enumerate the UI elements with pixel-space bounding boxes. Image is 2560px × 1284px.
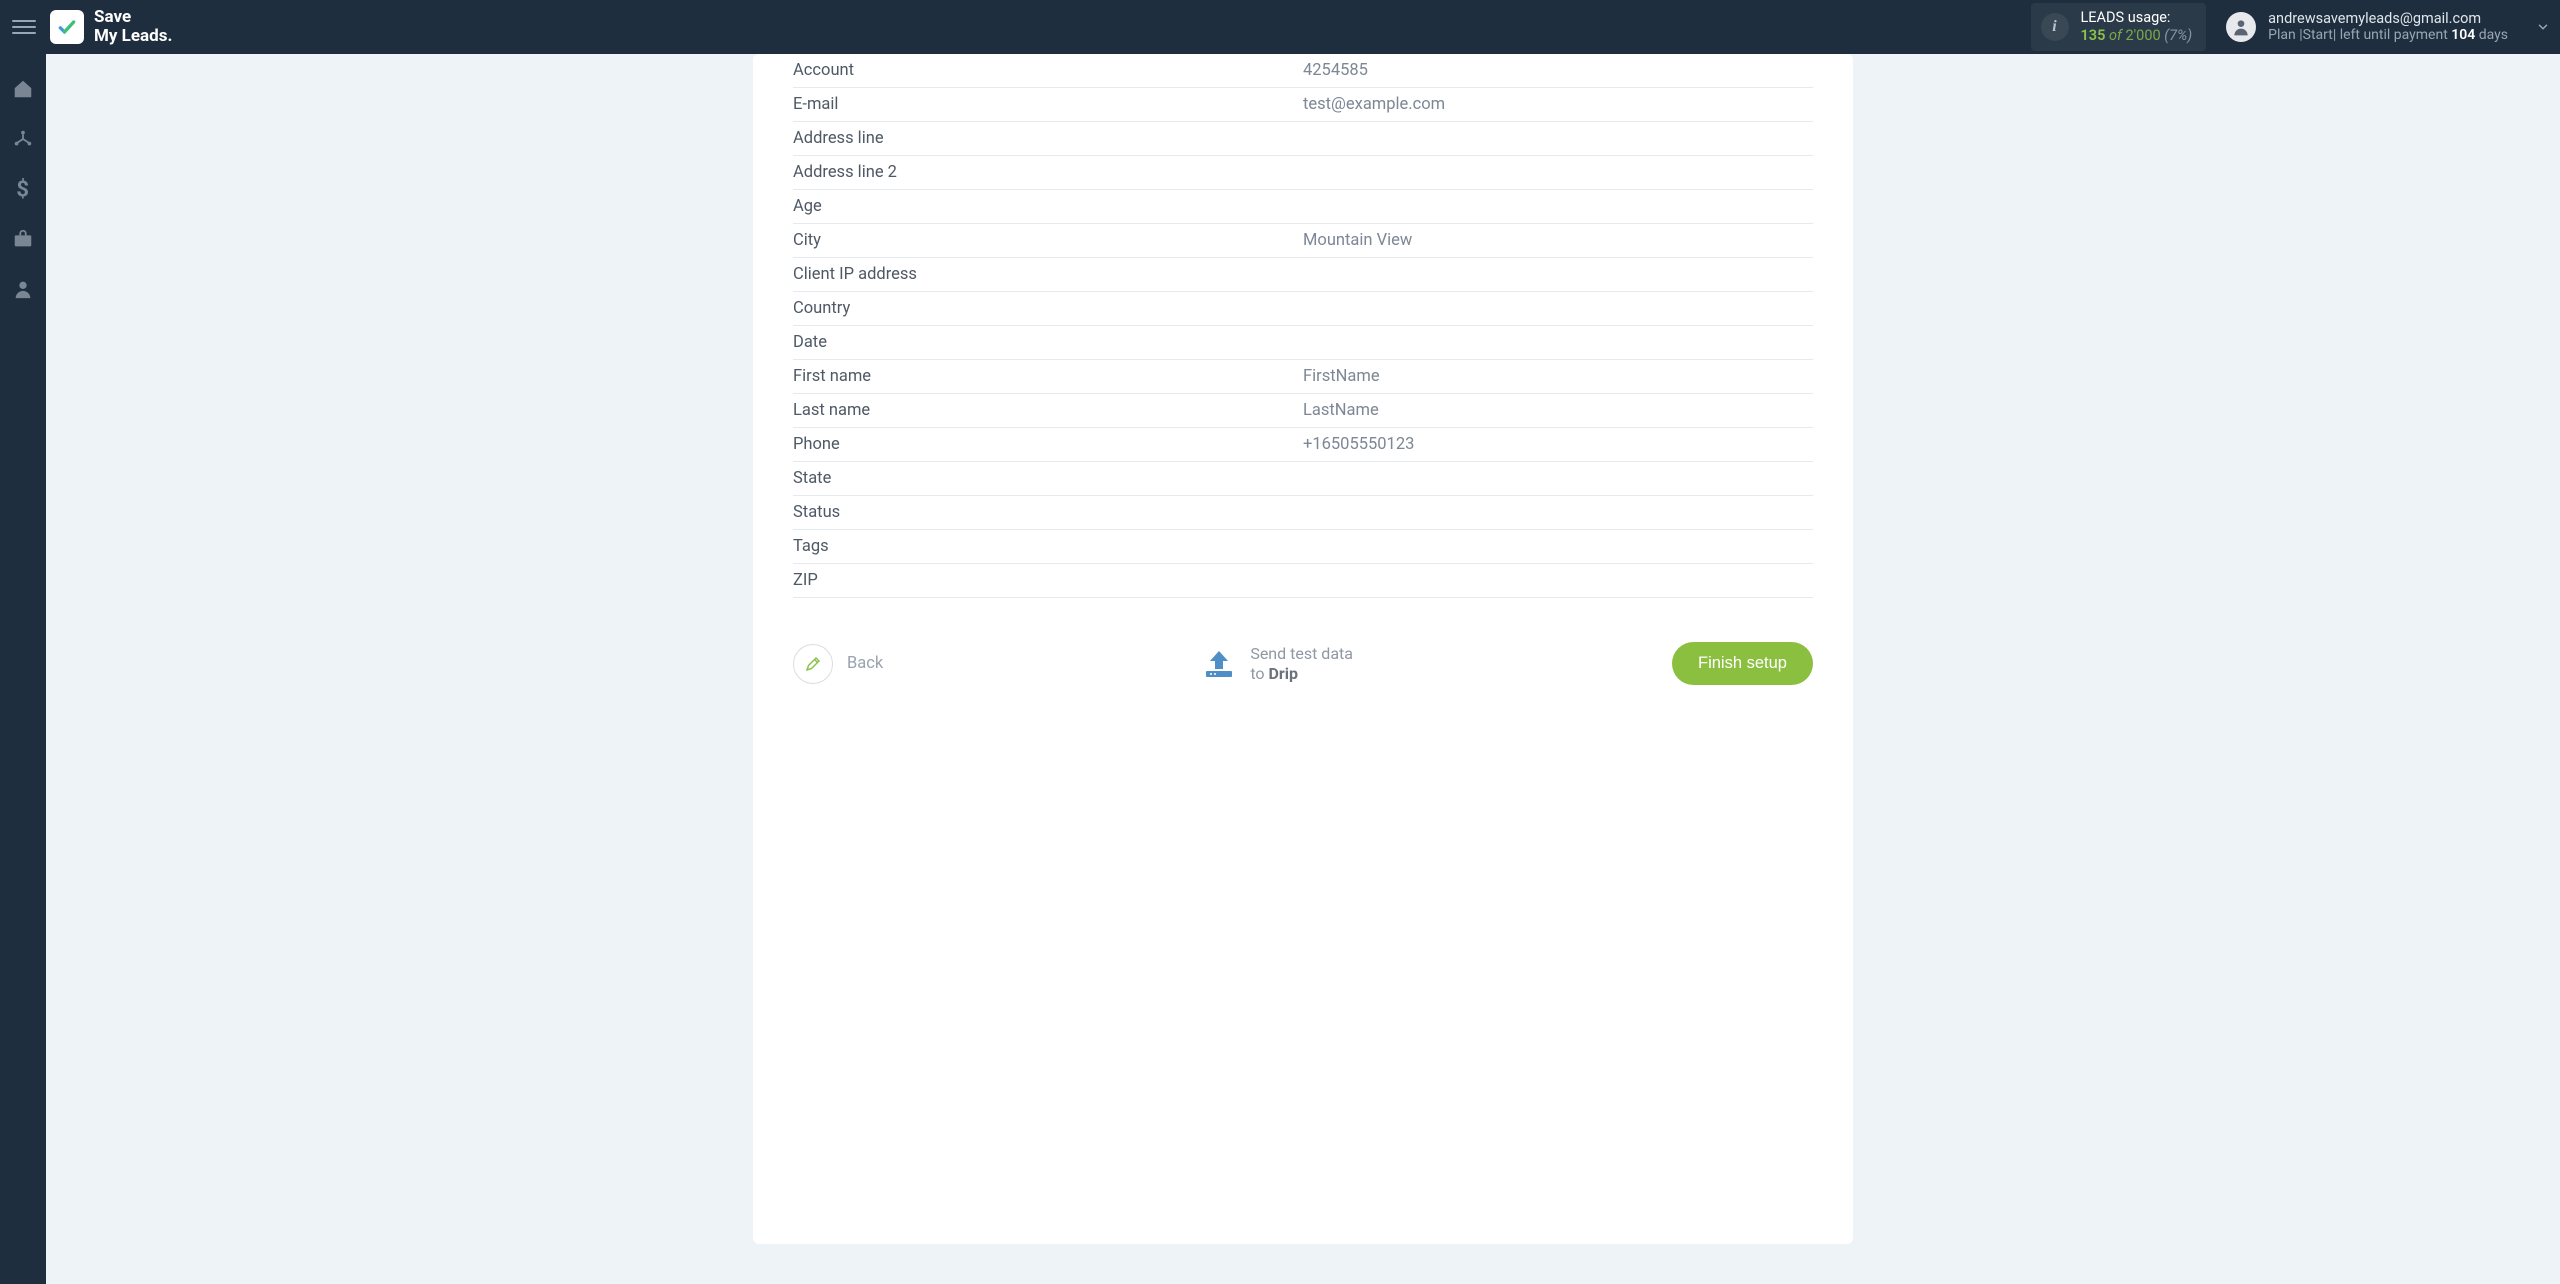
send-test-button[interactable]: Send test data to Drip xyxy=(1202,644,1353,682)
field-label: Address line 2 xyxy=(793,163,1303,182)
nav-billing[interactable]: $ xyxy=(0,174,46,204)
upload-icon xyxy=(1202,649,1236,679)
info-icon: i xyxy=(2041,13,2069,41)
sidebar-nav: $ xyxy=(0,54,46,1284)
field-value xyxy=(1303,129,1813,148)
usage-text: LEADS usage: 135 of 2'000 (7%) xyxy=(2081,9,2193,45)
account-plan: Plan |Start| left until payment 104 days xyxy=(2268,27,2508,44)
field-row: E-mailtest@example.com xyxy=(793,88,1813,122)
field-row: State xyxy=(793,462,1813,496)
field-row: Client IP address xyxy=(793,258,1813,292)
usage-title: LEADS usage: xyxy=(2081,9,2193,27)
field-row: CityMountain View xyxy=(793,224,1813,258)
field-label: Tags xyxy=(793,537,1303,556)
account-email: andrewsavemyleads@gmail.com xyxy=(2268,10,2508,27)
field-label: First name xyxy=(793,367,1303,386)
field-row: Phone+16505550123 xyxy=(793,428,1813,462)
account-menu[interactable]: andrewsavemyleads@gmail.com Plan |Start|… xyxy=(2226,10,2550,44)
field-row: Account4254585 xyxy=(793,54,1813,88)
app-header: Save My Leads. i LEADS usage: 135 of 2'0… xyxy=(0,0,2560,54)
field-value xyxy=(1303,503,1813,522)
field-label: Account xyxy=(793,61,1303,80)
field-value xyxy=(1303,163,1813,182)
field-value xyxy=(1303,265,1813,284)
usage-detail: 135 of 2'000 (7%) xyxy=(2081,27,2193,45)
field-label: Country xyxy=(793,299,1303,318)
send-test-line2: to Drip xyxy=(1250,664,1353,683)
field-value: LastName xyxy=(1303,401,1813,420)
field-label: Address line xyxy=(793,129,1303,148)
action-bar: Back Send test data to Drip Finish setup xyxy=(793,642,1813,685)
setup-panel: Account4254585E-mailtest@example.comAddr… xyxy=(753,54,1853,1244)
logo-icon xyxy=(50,10,84,44)
edit-icon xyxy=(793,644,833,684)
nav-home[interactable] xyxy=(0,74,46,104)
field-row: Last nameLastName xyxy=(793,394,1813,428)
field-value: test@example.com xyxy=(1303,95,1813,114)
field-row: ZIP xyxy=(793,564,1813,598)
field-label: State xyxy=(793,469,1303,488)
field-row: Date xyxy=(793,326,1813,360)
field-row: First nameFirstName xyxy=(793,360,1813,394)
field-row: Address line xyxy=(793,122,1813,156)
nav-connections[interactable] xyxy=(0,124,46,154)
svg-text:$: $ xyxy=(16,178,29,200)
avatar-icon xyxy=(2226,12,2256,42)
usage-badge[interactable]: i LEADS usage: 135 of 2'000 (7%) xyxy=(2031,3,2207,51)
send-test-line1: Send test data xyxy=(1250,644,1353,663)
field-label: Date xyxy=(793,333,1303,352)
field-value: 4254585 xyxy=(1303,61,1813,80)
field-label: Age xyxy=(793,197,1303,216)
field-label: ZIP xyxy=(793,571,1303,590)
field-row: Country xyxy=(793,292,1813,326)
field-label: Client IP address xyxy=(793,265,1303,284)
field-value xyxy=(1303,469,1813,488)
field-row: Age xyxy=(793,190,1813,224)
nav-profile[interactable] xyxy=(0,274,46,304)
nav-briefcase[interactable] xyxy=(0,224,46,254)
brand-name: Save My Leads. xyxy=(94,8,172,45)
field-value xyxy=(1303,299,1813,318)
field-label: Phone xyxy=(793,435,1303,454)
field-label: Last name xyxy=(793,401,1303,420)
field-label: E-mail xyxy=(793,95,1303,114)
field-value xyxy=(1303,197,1813,216)
field-value xyxy=(1303,537,1813,556)
main-stage: Account4254585E-mailtest@example.comAddr… xyxy=(46,54,2560,1284)
field-value: FirstName xyxy=(1303,367,1813,386)
field-value: Mountain View xyxy=(1303,231,1813,250)
finish-setup-button[interactable]: Finish setup xyxy=(1672,642,1813,685)
field-label: City xyxy=(793,231,1303,250)
field-row: Tags xyxy=(793,530,1813,564)
back-button[interactable]: Back xyxy=(793,644,883,684)
field-value xyxy=(1303,333,1813,352)
field-value: +16505550123 xyxy=(1303,435,1813,454)
menu-toggle-button[interactable] xyxy=(12,15,36,39)
field-value xyxy=(1303,571,1813,590)
chevron-down-icon[interactable] xyxy=(2536,20,2550,34)
field-label: Status xyxy=(793,503,1303,522)
field-row: Status xyxy=(793,496,1813,530)
brand-logo[interactable]: Save My Leads. xyxy=(50,8,172,45)
field-row: Address line 2 xyxy=(793,156,1813,190)
